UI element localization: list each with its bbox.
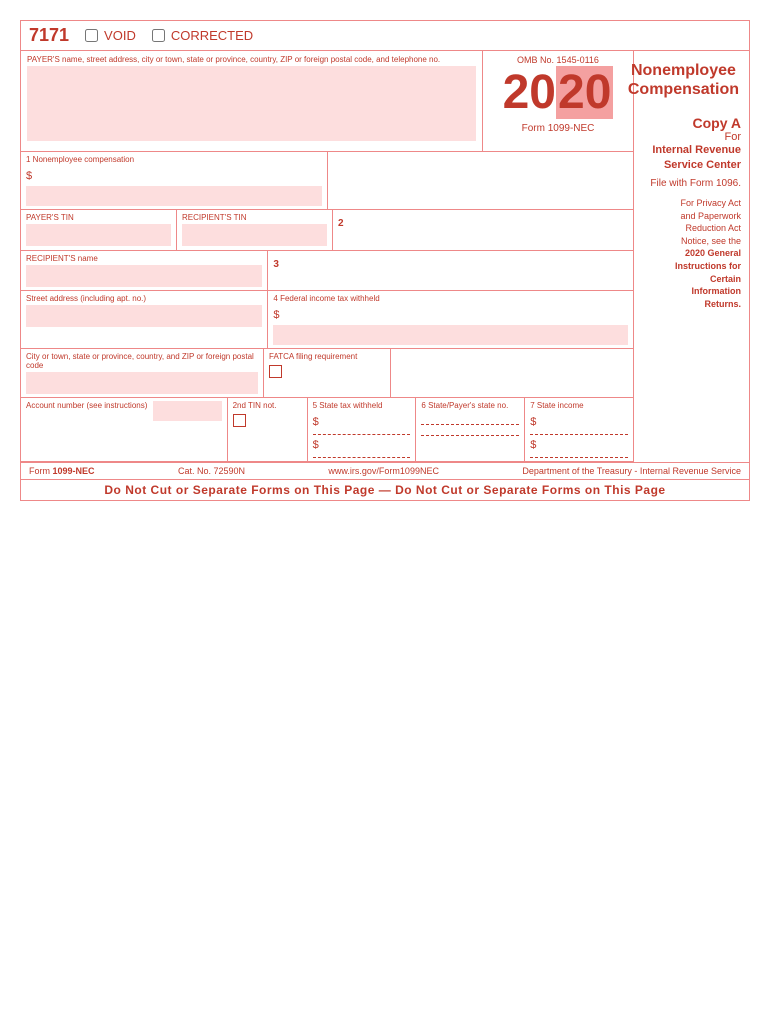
account-label: Account number (see instructions) (26, 401, 147, 410)
title-line2: Compensation (628, 80, 739, 99)
corrected-group[interactable]: CORRECTED (152, 28, 253, 43)
payer-label: PAYER'S name, street address, city or to… (27, 55, 476, 64)
payer-input[interactable] (27, 66, 476, 141)
fatca-label: FATCA filing requirement (269, 352, 385, 361)
right-sidebar: Nonemployee Compensation Copy A For Inte… (634, 51, 749, 462)
payer-row: PAYER'S name, street address, city or to… (21, 51, 633, 152)
title-line1: Nonemployee (628, 61, 739, 80)
recipient-tin-input[interactable] (182, 224, 327, 246)
nonemployee-row: 1 Nonemployee compensation $ (21, 152, 633, 210)
field1-input[interactable] (26, 186, 322, 206)
cat-no: Cat. No. 72590N (178, 466, 245, 476)
dollar5a: $ (313, 416, 319, 428)
privacy-notice: For Privacy Act and Paperwork Reduction … (642, 197, 741, 310)
title-block: Nonemployee Compensation (626, 57, 741, 103)
account-input[interactable] (153, 401, 221, 421)
street-input[interactable] (26, 305, 262, 327)
dollar4: $ (273, 309, 279, 321)
payer-tin-input[interactable] (26, 224, 171, 246)
street-cell: Street address (including apt. no.) (21, 291, 268, 348)
field7-label: 7 State income (530, 401, 628, 410)
void-group[interactable]: VOID (85, 28, 136, 43)
fatca-checkbox[interactable] (269, 365, 282, 378)
omb-year-box: OMB No. 1545-0116 2020 Form 1099-NEC (483, 51, 633, 151)
copy-label: Copy A (642, 115, 741, 131)
field1-label: 1 Nonemployee compensation (26, 155, 322, 164)
form-body: PAYER'S name, street address, city or to… (21, 51, 749, 462)
recipient-tin-cell: RECIPIENT'S TIN (177, 210, 333, 250)
federal-cell: 4 Federal income tax withheld $ (268, 291, 633, 348)
corrected-checkbox[interactable] (152, 29, 165, 42)
recipient-name-cell: RECIPIENT'S name (21, 251, 268, 290)
street-label: Street address (including apt. no.) (26, 294, 262, 303)
payer-tin-cell: PAYER'S TIN (21, 210, 177, 250)
void-label: VOID (104, 28, 136, 43)
field3-label: 3 (273, 259, 279, 270)
city-input[interactable] (26, 372, 258, 394)
city-label: City or town, state or province, country… (26, 352, 258, 370)
payer-tin-label: PAYER'S TIN (26, 213, 171, 222)
footer-form-name: Form 1099-NEC (29, 466, 95, 476)
field2-label: 2 (338, 218, 344, 229)
field4-label: 4 Federal income tax withheld (273, 294, 628, 303)
fatca-right-empty (391, 349, 633, 397)
city-cell: City or town, state or province, country… (21, 349, 264, 397)
for-label: For (642, 131, 741, 143)
recipient-name-label: RECIPIENT'S name (26, 254, 262, 263)
field1-cell: 1 Nonemployee compensation $ (21, 152, 328, 209)
field5-label: 5 State tax withheld (313, 401, 411, 410)
recipient-name-input[interactable] (26, 265, 262, 287)
street-row: Street address (including apt. no.) 4 Fe… (21, 291, 633, 349)
state-payer-cell: 6 State/Payer's state no. (416, 398, 525, 461)
year-highlight: 20 (556, 66, 613, 119)
year-display: 2020 (503, 69, 614, 117)
form-left: PAYER'S name, street address, city or to… (21, 51, 634, 462)
account-cell: Account number (see instructions) (21, 398, 228, 461)
account-row: Account number (see instructions) 2nd TI… (21, 398, 633, 462)
field4-input[interactable] (273, 325, 628, 345)
form-number-display: 7171 (29, 25, 69, 46)
tin-row: PAYER'S TIN RECIPIENT'S TIN 2 (21, 210, 633, 251)
form-footer: Form 1099-NEC Cat. No. 72590N www.irs.go… (21, 462, 749, 479)
state-tax-cell: 5 State tax withheld $ $ (308, 398, 417, 461)
footer-website: www.irs.gov/Form1099NEC (328, 466, 439, 476)
dollar1: $ (26, 170, 32, 182)
field6-label: 6 State/Payer's state no. (421, 401, 519, 410)
state-income-cell: 7 State income $ $ (525, 398, 633, 461)
recipient-row: RECIPIENT'S name 3 (21, 251, 633, 291)
tin-2nd-cell: 2nd TIN not. (228, 398, 308, 461)
footer-department: Department of the Treasury - Internal Re… (522, 466, 741, 476)
field2-cell: 2 (333, 210, 633, 250)
file-form-label: File with Form 1096. (642, 178, 741, 189)
omb-number: OMB No. 1545-0116 (517, 55, 599, 65)
recipient-tin-label: RECIPIENT'S TIN (182, 213, 327, 222)
tin-2nd-checkbox[interactable] (233, 414, 246, 427)
payer-box: PAYER'S name, street address, city or to… (21, 51, 483, 151)
irs-label: Internal Revenue Service Center (642, 143, 741, 172)
form-name-under: Form 1099-NEC (522, 123, 595, 134)
dollar5b: $ (313, 439, 319, 451)
dollar7a: $ (530, 416, 536, 428)
top-header: 7171 VOID CORRECTED (21, 21, 749, 51)
dollar7b: $ (530, 439, 536, 451)
field3-cell: 3 (268, 251, 633, 290)
fatca-cell: FATCA filing requirement (264, 349, 391, 397)
year-normal: 20 (503, 66, 556, 119)
do-not-cut: Do Not Cut or Separate Forms on This Pag… (21, 479, 749, 500)
tin-2nd-label: 2nd TIN not. (233, 401, 302, 410)
city-row: City or town, state or province, country… (21, 349, 633, 398)
corrected-label: CORRECTED (171, 28, 253, 43)
void-checkbox[interactable] (85, 29, 98, 42)
field1-right-empty (328, 152, 634, 209)
